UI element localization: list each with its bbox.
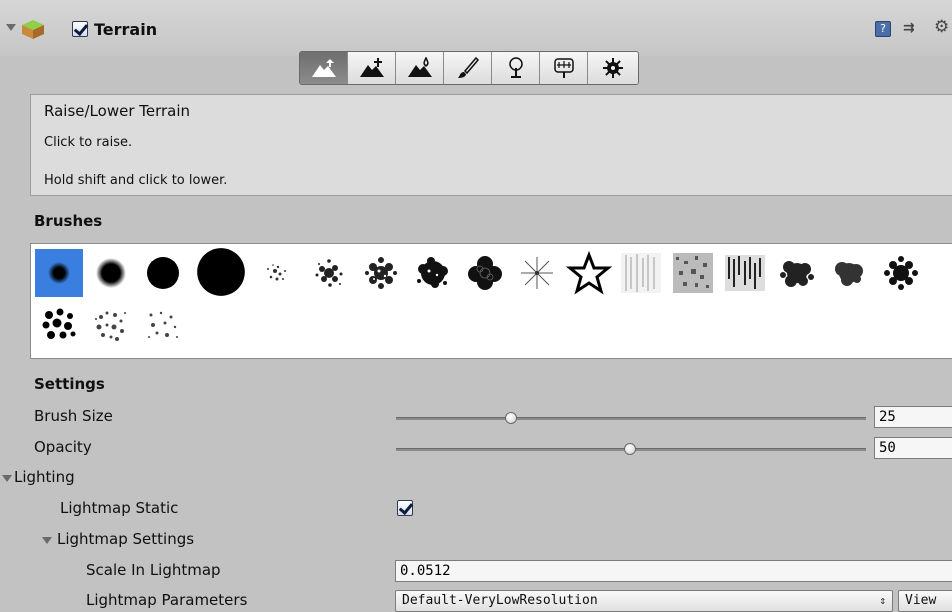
brush-star-outline[interactable]: [565, 249, 613, 297]
brush-splatter-round[interactable]: [409, 249, 457, 297]
brushes-heading: Brushes: [34, 212, 103, 230]
brush-speckle-cluster[interactable]: [87, 301, 135, 349]
tool-description-line-1: Click to raise.: [44, 135, 133, 150]
component-title: Terrain: [94, 20, 158, 39]
place-trees-tool[interactable]: [492, 52, 540, 84]
lightmap-settings-foldout-arrow[interactable]: [42, 537, 52, 544]
brush-noise-streaks[interactable]: [721, 249, 769, 297]
brush-noise-square[interactable]: [669, 249, 717, 297]
opacity-field[interactable]: 50: [874, 437, 952, 459]
brush-spray-small[interactable]: [253, 249, 301, 297]
tool-description-line-2: Hold shift and click to lower.: [44, 173, 228, 188]
scale-in-lightmap-label: Scale In Lightmap: [86, 561, 221, 579]
brush-size-slider-track[interactable]: [396, 417, 866, 420]
view-button[interactable]: View: [898, 590, 952, 612]
tool-description-title: Raise/Lower Terrain: [44, 102, 191, 120]
lightmap-parameters-value: Default-VeryLowResolution: [402, 593, 598, 608]
component-enabled-checkbox[interactable]: [72, 21, 88, 37]
gear-icon: [603, 58, 623, 78]
raise-lower-terrain-tool[interactable]: [300, 52, 348, 84]
brush-soft-round[interactable]: [87, 249, 135, 297]
grass-icon: [553, 58, 574, 78]
paint-details-tool[interactable]: [540, 52, 588, 84]
lightmap-static-checkbox[interactable]: [397, 500, 413, 516]
brush-size-field[interactable]: 25: [874, 406, 952, 428]
lighting-label[interactable]: Lighting: [14, 468, 75, 486]
terrain-icon: [20, 18, 46, 40]
opacity-label: Opacity: [34, 438, 92, 456]
paint-texture-tool[interactable]: [444, 52, 492, 84]
brush-hard-round-medium[interactable]: [139, 249, 187, 297]
brush-palette: [30, 243, 952, 359]
lightmap-static-label: Lightmap Static: [60, 499, 179, 517]
opacity-slider-thumb[interactable]: [624, 443, 636, 455]
brush-noise-vertical[interactable]: [617, 249, 665, 297]
brush-size-slider-thumb[interactable]: [505, 412, 517, 424]
brush-size-label: Brush Size: [34, 407, 113, 425]
tree-icon: [508, 57, 523, 78]
terrain-tool-toolbar: [299, 51, 639, 85]
terrain-settings-tool[interactable]: [588, 52, 638, 84]
lightmap-settings-label[interactable]: Lightmap Settings: [57, 530, 194, 548]
brush-star-burst[interactable]: [513, 249, 561, 297]
brush-flower-blob[interactable]: [461, 249, 509, 297]
lightmap-parameters-label: Lightmap Parameters: [86, 591, 248, 609]
brush-cloud-blob-2[interactable]: [825, 249, 873, 297]
component-foldout-arrow[interactable]: [6, 24, 16, 31]
brush-cloud-blob[interactable]: [773, 249, 821, 297]
brush-hard-round-large[interactable]: [195, 246, 245, 296]
mountain-drop-icon: [407, 57, 432, 77]
dropdown-arrows-icon: ⇕: [879, 594, 886, 607]
mountain-plus-icon: [359, 58, 384, 77]
scale-in-lightmap-field[interactable]: 0.0512: [395, 560, 952, 582]
brush-dots-cluster[interactable]: [35, 301, 83, 349]
settings-heading: Settings: [34, 375, 105, 393]
lightmap-parameters-dropdown[interactable]: Default-VeryLowResolution ⇕: [395, 590, 893, 612]
brush-speckle-sparse[interactable]: [139, 301, 187, 349]
tool-description-box: Raise/Lower Terrain Click to raise. Hold…: [30, 94, 952, 196]
brush-spray-medium[interactable]: [305, 249, 353, 297]
brush-icon: [457, 56, 479, 78]
paint-height-tool[interactable]: [348, 52, 396, 84]
brush-leaf-splat[interactable]: [877, 249, 925, 297]
brush-spray-large[interactable]: [357, 249, 405, 297]
preset-icon[interactable]: ⇉: [903, 20, 915, 36]
brush-soft-round-small[interactable]: [35, 249, 83, 297]
smooth-height-tool[interactable]: [396, 52, 444, 84]
gear-icon[interactable]: ⚙: [934, 17, 949, 37]
mountain-up-icon: [311, 59, 336, 77]
help-icon[interactable]: ?: [875, 21, 891, 37]
lighting-foldout-arrow[interactable]: [2, 475, 12, 482]
